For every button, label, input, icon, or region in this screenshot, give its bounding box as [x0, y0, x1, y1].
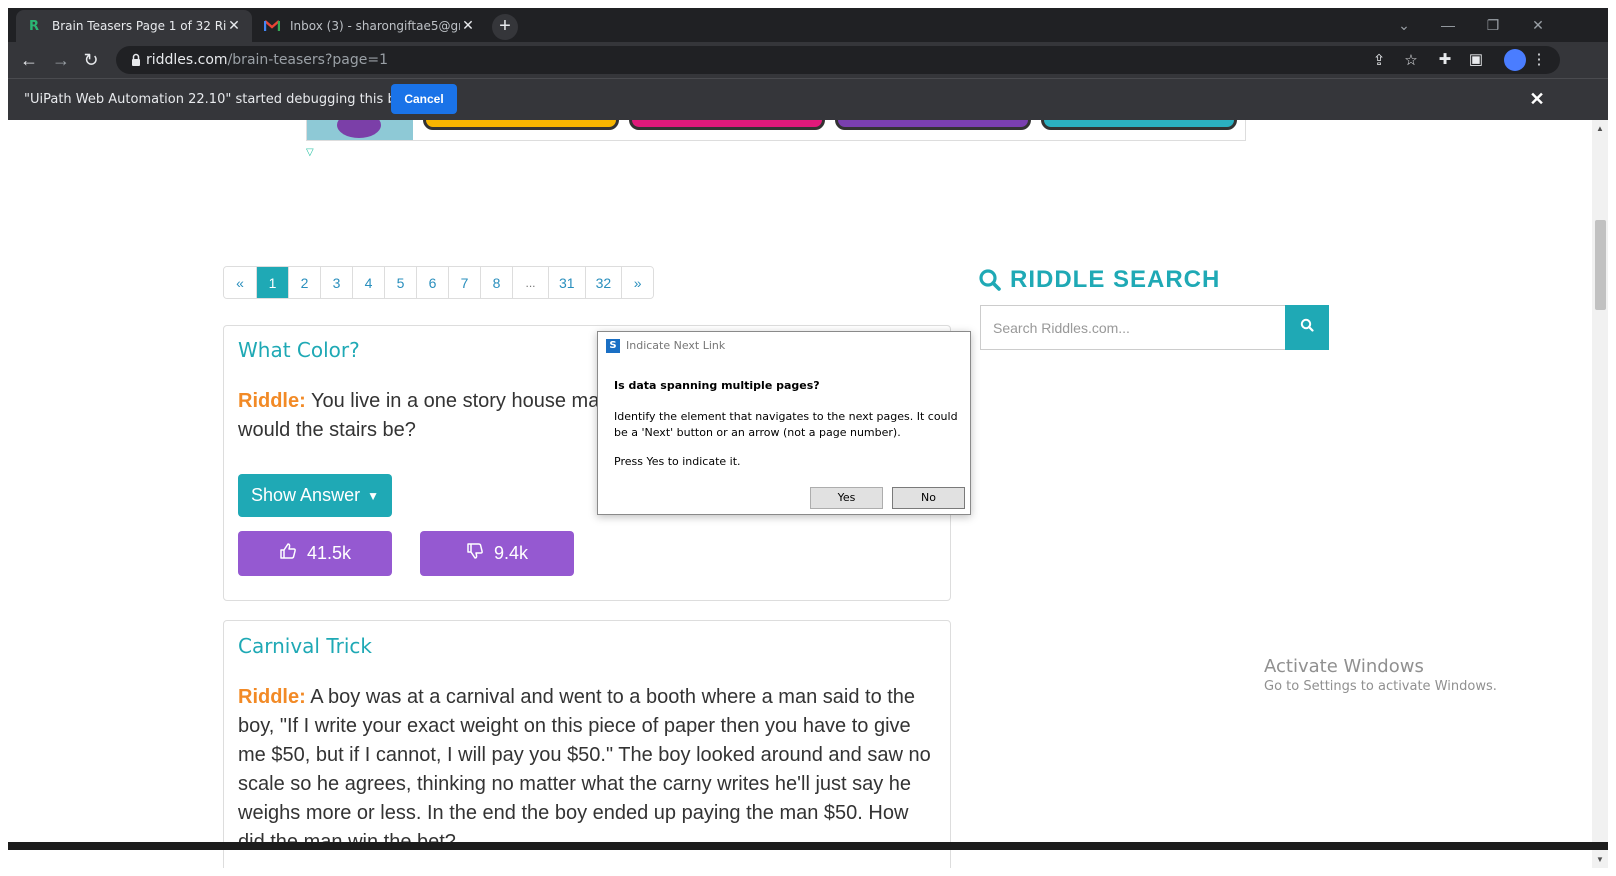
reload-icon[interactable]: ↻: [78, 47, 104, 73]
like-button[interactable]: 41.5k: [238, 531, 392, 576]
tab-search-chevron-icon[interactable]: ⌄: [1384, 12, 1424, 38]
riddle-card: Carnival Trick Riddle: A boy was at a ca…: [223, 620, 951, 868]
ad-monster-image: [307, 120, 413, 140]
tab-strip: R Brain Teasers Page 1 of 32 Riddle ✕ In…: [8, 8, 1608, 42]
page-6[interactable]: 6: [416, 267, 448, 298]
cancel-debugging-button[interactable]: Cancel: [391, 84, 457, 114]
page-2[interactable]: 2: [288, 267, 320, 298]
dialog-title: Indicate Next Link: [626, 339, 726, 352]
page-31[interactable]: 31: [548, 267, 585, 298]
tab-riddles[interactable]: R Brain Teasers Page 1 of 32 Riddle ✕: [16, 10, 252, 42]
search-icon: [1300, 318, 1314, 337]
thumbs-down-icon: [466, 542, 484, 565]
ad-pill-purple: [835, 120, 1031, 130]
page-3[interactable]: 3: [320, 267, 352, 298]
forward-arrow-icon[interactable]: →: [48, 47, 74, 73]
profile-avatar[interactable]: [1504, 49, 1526, 71]
menu-kebab-icon[interactable]: ⋮: [1526, 47, 1552, 73]
ad-pill-yellow: [423, 120, 619, 130]
dialog-description: Identify the element that navigates to t…: [614, 410, 958, 439]
new-tab-button[interactable]: +: [492, 14, 518, 40]
riddle-search-heading: RIDDLE SEARCH: [978, 266, 1220, 294]
page-scrollbar[interactable]: ▲ ▼: [1592, 120, 1608, 868]
uipath-app-icon: S: [606, 339, 620, 353]
tab-title: Brain Teasers Page 1 of 32 Riddle: [52, 19, 226, 33]
riddle-label: Riddle:: [238, 686, 306, 708]
ad-pill-teal: [1041, 120, 1237, 130]
close-infobar-icon[interactable]: ✕: [1526, 88, 1548, 110]
search-icon: [978, 268, 1002, 292]
activate-windows-watermark: Activate Windows Go to Settings to activ…: [1264, 656, 1497, 694]
yes-button[interactable]: Yes: [810, 487, 883, 509]
dialog-question: Is data spanning multiple pages?: [614, 379, 820, 392]
dialog-titlebar[interactable]: S Indicate Next Link: [598, 332, 970, 358]
extensions-puzzle-icon[interactable]: ✚: [1432, 47, 1458, 73]
search-input[interactable]: [981, 306, 1285, 349]
pagination-prev[interactable]: «: [224, 267, 256, 298]
caret-down-icon: ▼: [367, 488, 379, 503]
riddle-text-content: A boy was at a carnival and went to a bo…: [238, 686, 931, 853]
taskbar-edge: [8, 842, 1608, 850]
back-arrow-icon[interactable]: ←: [16, 47, 42, 73]
dislike-button[interactable]: 9.4k: [420, 531, 574, 576]
search-submit-button[interactable]: [1285, 305, 1329, 350]
minimize-icon[interactable]: —: [1428, 12, 1468, 38]
share-icon[interactable]: ⇪: [1368, 50, 1390, 72]
address-bar[interactable]: riddles.com/brain-teasers?page=1 ⇪ ☆: [116, 46, 1560, 74]
close-tab-icon[interactable]: ✕: [226, 18, 242, 34]
like-count: 41.5k: [306, 543, 352, 563]
close-tab-icon[interactable]: ✕: [460, 18, 476, 34]
pagination-next[interactable]: »: [621, 267, 654, 298]
dislike-count: 9.4k: [493, 543, 529, 563]
scrollbar-thumb[interactable]: [1595, 220, 1606, 310]
riddle-text-line1: You live in a one story house ma: [310, 390, 600, 412]
riddle-search-title: RIDDLE SEARCH: [1010, 266, 1221, 293]
watermark-line2: Go to Settings to activate Windows.: [1264, 679, 1497, 694]
riddle-text-line2: would the stairs be?: [238, 419, 416, 441]
url-text: riddles.com/brain-teasers?page=1: [146, 52, 389, 68]
side-panel-icon[interactable]: ▣: [1463, 47, 1489, 73]
riddle-text: Riddle: A boy was at a carnival and went…: [238, 683, 938, 857]
infobar-message: "UiPath Web Automation 22.10" started de…: [24, 92, 440, 107]
page-4[interactable]: 4: [352, 267, 384, 298]
page-8[interactable]: 8: [480, 267, 512, 298]
screen: R Brain Teasers Page 1 of 32 Riddle ✕ In…: [0, 0, 1616, 876]
indicate-next-link-dialog: S Indicate Next Link Is data spanning mu…: [597, 331, 971, 515]
tab-gmail[interactable]: Inbox (3) - sharongiftae5@gmail ✕: [254, 10, 486, 42]
riddles-favicon-icon: R: [28, 18, 39, 34]
bookmark-star-icon[interactable]: ☆: [1400, 50, 1422, 72]
scroll-down-icon[interactable]: ▼: [1596, 855, 1604, 864]
riddle-label: Riddle:: [238, 390, 306, 412]
riddle-title[interactable]: Carnival Trick: [238, 634, 372, 658]
riddle-title[interactable]: What Color?: [238, 338, 360, 362]
thumbs-up-icon: [279, 542, 297, 565]
lock-icon: [128, 52, 144, 68]
page-5[interactable]: 5: [384, 267, 416, 298]
screen-gutter: [0, 0, 8, 876]
show-answer-button[interactable]: Show Answer ▼: [238, 474, 392, 517]
restore-icon[interactable]: ❐: [1473, 12, 1513, 38]
no-button[interactable]: No: [892, 487, 965, 509]
debugging-infobar: "UiPath Web Automation 22.10" started de…: [8, 78, 1608, 120]
page-ellipsis: ...: [512, 267, 548, 298]
page-32[interactable]: 32: [584, 267, 622, 298]
browser-toolbar: ← → ↻ riddles.com/brain-teasers?page=1 ⇪…: [8, 42, 1608, 78]
gmail-favicon-icon: [264, 18, 280, 34]
ad-pill-pink: [629, 120, 825, 130]
page-7[interactable]: 7: [448, 267, 480, 298]
tab-title: Inbox (3) - sharongiftae5@gmail: [290, 19, 460, 33]
search-input-wrapper: [980, 305, 1285, 350]
page-1[interactable]: 1: [256, 267, 288, 298]
ad-banner[interactable]: [306, 120, 1246, 141]
window-close-icon[interactable]: ✕: [1518, 12, 1558, 38]
watermark-line1: Activate Windows: [1264, 656, 1424, 677]
show-answer-label: Show Answer: [251, 485, 361, 505]
adchoices-icon[interactable]: ▽: [306, 147, 318, 159]
browser-window: R Brain Teasers Page 1 of 32 Riddle ✕ In…: [8, 8, 1608, 868]
scroll-up-icon[interactable]: ▲: [1596, 124, 1604, 133]
dialog-prompt: Press Yes to indicate it.: [614, 455, 741, 468]
pagination: « 1 2 3 4 5 6 7 8 ... 31 32 »: [223, 266, 655, 299]
